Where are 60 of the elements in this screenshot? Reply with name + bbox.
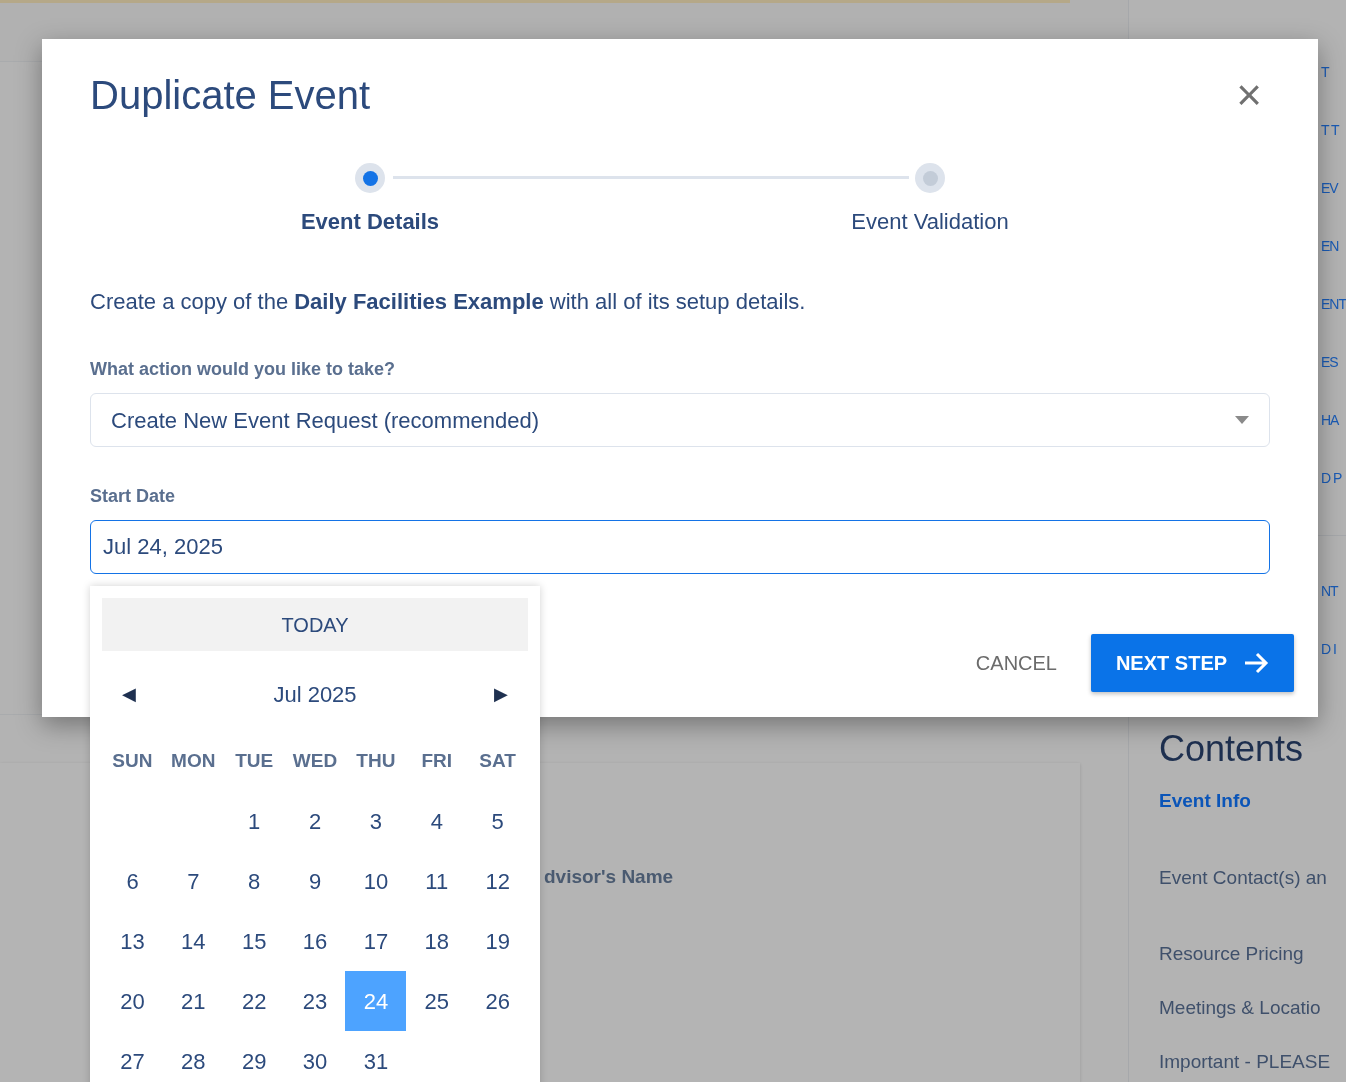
arrow-right-icon (1243, 652, 1270, 674)
caret-down-icon (1235, 416, 1249, 424)
calendar-day[interactable]: 13 (102, 911, 163, 971)
weekday-label: MON (170, 748, 217, 773)
calendar-day[interactable]: 22 (223, 971, 285, 1031)
field-label: dvisor's Name (544, 866, 674, 887)
calendar-day[interactable]: 8 (223, 851, 285, 911)
weekday-label: SUN (111, 748, 154, 773)
calendar-day[interactable]: 11 (406, 851, 468, 911)
contents-link[interactable]: Meetings & Locatio (1159, 993, 1321, 1023)
step-label[interactable]: Event Details (300, 205, 440, 238)
contents-link[interactable]: Resource Pricing (1159, 939, 1304, 969)
calendar-day[interactable]: 29 (223, 1031, 285, 1082)
calendar-day[interactable]: 10 (345, 851, 407, 911)
calendar-day[interactable]: 7 (162, 851, 224, 911)
step-label[interactable]: Event Validation (851, 205, 1009, 238)
calendar-day[interactable]: 20 (102, 971, 163, 1031)
calendar-day[interactable]: 14 (162, 911, 224, 971)
calendar-day[interactable]: 28 (162, 1031, 224, 1082)
contents-link[interactable]: Important - PLEASE (1159, 1047, 1331, 1077)
field-label: What action would you like to take? (90, 358, 397, 381)
calendar-day[interactable]: 16 (284, 911, 346, 971)
calendar-day[interactable]: 30 (284, 1031, 346, 1082)
calendar-day[interactable]: 23 (284, 971, 346, 1031)
weekday-label: TUE (234, 748, 275, 773)
contents-link[interactable]: Event Contact(s) an (1159, 863, 1327, 893)
action-select[interactable]: Create New Event Request (recommended) (90, 393, 1270, 447)
calendar-day[interactable]: 6 (102, 851, 163, 911)
calendar-day[interactable]: 19 (467, 911, 529, 971)
date-input[interactable]: Jul 24, 2025 (90, 520, 1270, 574)
calendar-day[interactable]: 4 (406, 791, 468, 851)
next-step-button[interactable]: NEXT STEP (1091, 634, 1294, 692)
previous-month-button[interactable]: ◀ (122, 680, 136, 708)
calendar-day[interactable]: 21 (162, 971, 224, 1031)
calendar-day[interactable]: 2 (284, 791, 346, 851)
weekday-label: THU (355, 748, 397, 773)
weekday-label: SAT (478, 748, 517, 773)
calendar-day[interactable]: 3 (345, 791, 407, 851)
calendar-day[interactable]: 18 (406, 911, 468, 971)
cancel-button[interactable]: CANCEL (975, 648, 1057, 678)
next-month-button[interactable]: ▶ (494, 680, 508, 708)
calendar-day[interactable]: 15 (223, 911, 285, 971)
calendar-day[interactable]: 26 (467, 971, 529, 1031)
dialog-title: Duplicate Event (90, 72, 371, 119)
calendar-day[interactable]: 17 (345, 911, 407, 971)
calendar-day[interactable]: 5 (467, 791, 529, 851)
calendar-day[interactable]: 1 (223, 791, 285, 851)
calendar-day[interactable]: 9 (284, 851, 346, 911)
contents-heading: Contents (1159, 727, 1304, 771)
weekday-label: WED (291, 748, 339, 773)
calendar-day[interactable]: 12 (467, 851, 529, 911)
month-label: Jul 2025 (273, 680, 357, 709)
description-text: Create a copy of the Daily Facilities Example with all of its setup details. (90, 288, 807, 316)
calendar-day[interactable]: 31 (345, 1031, 407, 1082)
calendar-day[interactable]: 27 (102, 1031, 163, 1082)
weekday-label: FRI (420, 748, 453, 773)
field-label: Start Date (90, 485, 177, 508)
close-button[interactable]: × (1236, 73, 1262, 117)
calendar-day[interactable]: 25 (406, 971, 468, 1031)
today-button[interactable]: TODAY (102, 598, 528, 651)
